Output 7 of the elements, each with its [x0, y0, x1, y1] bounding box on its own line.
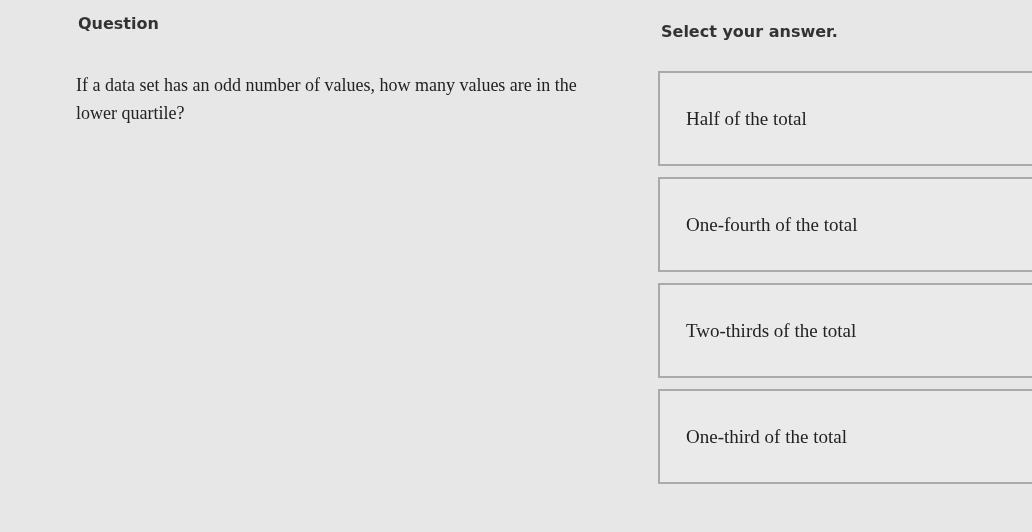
answer-option[interactable]: Half of the total: [658, 71, 1032, 166]
answer-option[interactable]: One-third of the total: [658, 389, 1032, 484]
answer-option[interactable]: Two-thirds of the total: [658, 283, 1032, 378]
answer-heading: Select your answer.: [661, 22, 839, 41]
question-text: If a data set has an odd number of values, how many values are in the lower quartile?: [76, 74, 578, 125]
question-heading: Question: [78, 14, 160, 33]
answer-option[interactable]: One-fourth of the total: [658, 177, 1032, 272]
